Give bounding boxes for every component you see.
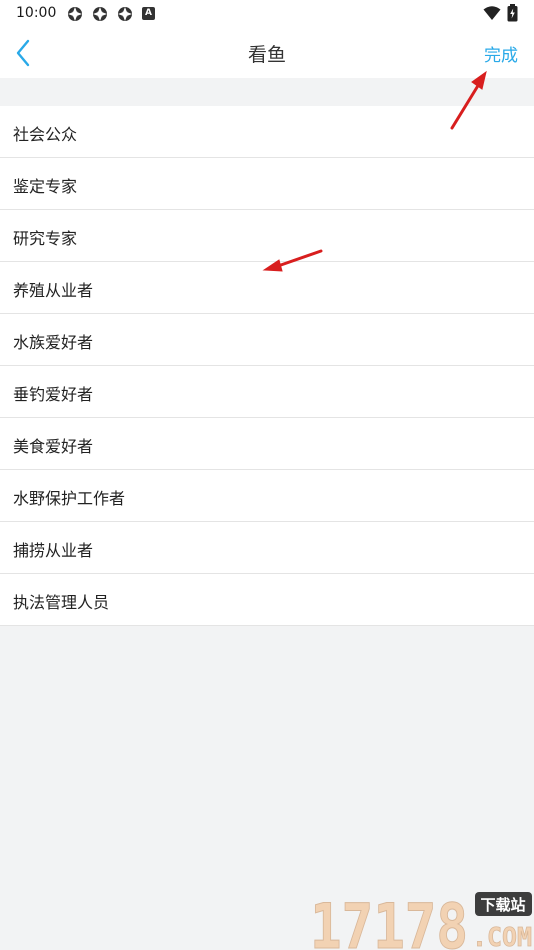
role-item-identification-expert[interactable]: 鉴定专家: [0, 158, 534, 210]
section-gap: [0, 78, 534, 106]
page-title: 看鱼: [247, 44, 286, 66]
role-item-angler[interactable]: 垂钓爱好者: [0, 366, 534, 418]
watermark-logo: 17178 下载站 .COM: [310, 890, 533, 950]
role-list: 社会公众 鉴定专家 研究专家 养殖从业者 水族爱好者 垂钓爱好者 美食爱好者 水…: [0, 106, 534, 626]
watermark-badge: 下载站: [480, 896, 525, 914]
done-button[interactable]: 完成: [484, 41, 518, 66]
role-item-label: 捕捞从业者: [13, 541, 94, 560]
role-item-law-enforcement[interactable]: 执法管理人员: [0, 574, 534, 626]
role-item-label: 鉴定专家: [13, 177, 78, 196]
role-item-public[interactable]: 社会公众: [0, 106, 534, 158]
role-item-fishing-industry[interactable]: 捕捞从业者: [0, 522, 534, 574]
wifi-icon: [483, 6, 501, 20]
watermark-number: 17178: [310, 890, 468, 950]
app-status-icon: [68, 7, 82, 21]
watermark-domain: .COM: [472, 923, 532, 950]
status-bar: 10:00 A: [0, 0, 534, 28]
app-status-icon: [118, 7, 132, 21]
role-item-label: 美食爱好者: [13, 437, 94, 456]
role-item-label: 研究专家: [13, 229, 78, 248]
role-item-label: 执法管理人员: [13, 593, 110, 612]
role-item-label: 水野保护工作者: [13, 489, 126, 508]
app-status-icon: [93, 7, 107, 21]
status-time: 10:00: [16, 5, 57, 21]
role-item-aquarium-hobbyist[interactable]: 水族爱好者: [0, 314, 534, 366]
role-item-label: 社会公众: [13, 125, 78, 144]
role-item-wildlife-protection[interactable]: 水野保护工作者: [0, 470, 534, 522]
role-item-label: 水族爱好者: [13, 333, 94, 352]
nav-bar: 看鱼 完成: [0, 28, 534, 78]
role-item-research-expert[interactable]: 研究专家: [0, 210, 534, 262]
battery-icon: [507, 4, 518, 22]
letter-a-icon: A: [142, 7, 155, 20]
role-item-food-lover[interactable]: 美食爱好者: [0, 418, 534, 470]
role-item-label: 垂钓爱好者: [13, 385, 94, 404]
role-item-label: 养殖从业者: [13, 281, 94, 300]
role-item-aquaculture[interactable]: 养殖从业者: [0, 262, 534, 314]
